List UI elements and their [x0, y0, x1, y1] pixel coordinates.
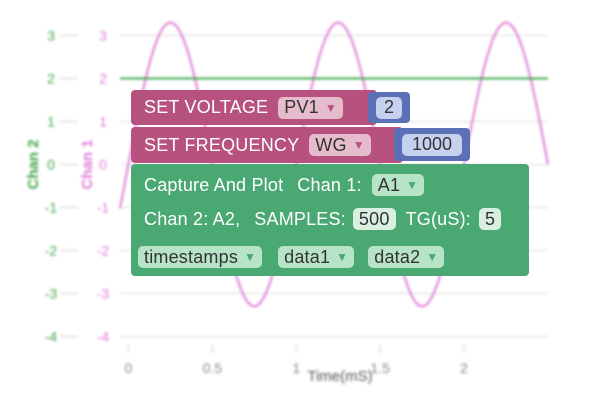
x-tick-label: 1.5	[370, 360, 390, 376]
y-tick-label-chan1: -2	[97, 242, 110, 258]
y-tick-label-chan1: 2	[99, 70, 107, 86]
capture-plot-block[interactable]: Capture And Plot Chan 1: A1 ▼ Chan 2: A2…	[131, 164, 529, 276]
x-axis-title: Time(mS)	[307, 368, 372, 385]
dropdown-arrow-icon: ▼	[426, 250, 439, 264]
tg-label: TG(uS):	[405, 208, 471, 229]
dropdown-arrow-icon: ▼	[336, 250, 349, 264]
chan1-value: A1	[377, 174, 401, 195]
y-tick-label-chan2: 3	[47, 27, 55, 43]
x-tick-label: 1	[292, 360, 300, 376]
x-tick-label: 0	[124, 360, 132, 376]
y-tick-label-chan2: 0	[47, 156, 55, 172]
chan1-dropdown[interactable]: A1 ▼	[371, 174, 425, 196]
y-axis-title-chan2: Chan 2	[25, 139, 42, 189]
dropdown-arrow-icon: ▼	[352, 138, 365, 152]
capture-row-2: Chan 2: A2, SAMPLES: 500 TG(uS): 5	[144, 208, 502, 230]
set-voltage-block[interactable]: SET VOLTAGE PV1 ▼	[131, 90, 377, 125]
chan2-label: Chan 2: A2,	[144, 208, 241, 229]
y-tick-label-chan1: -4	[97, 328, 110, 344]
y-tick-label-chan2: 2	[47, 70, 55, 86]
data2-variable-dropdown[interactable]: data2 ▼	[368, 246, 445, 268]
frequency-channel-dropdown[interactable]: WG ▼	[309, 134, 371, 156]
set-frequency-block[interactable]: SET FREQUENCY WG ▼	[131, 127, 403, 163]
frequency-value-field[interactable]: 1000	[402, 133, 462, 156]
voltage-channel-dropdown[interactable]: PV1 ▼	[278, 96, 343, 119]
capture-row-3: timestamps ▼ data1 ▼ data2 ▼	[138, 246, 445, 268]
y-axis-title-chan1: Chan 1	[79, 139, 96, 189]
y-tick-label-chan1: 3	[99, 27, 107, 43]
x-tick-label: 2	[460, 360, 468, 376]
dropdown-arrow-icon: ▼	[406, 178, 419, 192]
capture-row-1: Capture And Plot Chan 1: A1 ▼	[144, 174, 425, 196]
y-tick-label-chan2: -2	[45, 242, 58, 258]
y-tick-label-chan2: -4	[45, 328, 58, 344]
voltage-channel-value: PV1	[284, 97, 319, 117]
y-tick-label-chan1: -3	[97, 285, 110, 301]
voltage-value-field[interactable]: 2	[376, 96, 402, 119]
y-tick-label-chan1: 0	[99, 156, 107, 172]
data1-variable-dropdown[interactable]: data1 ▼	[278, 246, 355, 268]
voltage-value: 2	[383, 97, 394, 117]
dropdown-arrow-icon: ▼	[244, 250, 257, 264]
voltage-value-block[interactable]: 2	[368, 92, 410, 123]
samples-value: 500	[358, 208, 390, 229]
data2-variable: data2	[374, 246, 421, 267]
timestamps-variable: timestamps	[144, 246, 239, 267]
x-tick-label: 0.5	[203, 360, 223, 376]
set-voltage-label: SET VOLTAGE	[144, 97, 269, 117]
timestamps-variable-dropdown[interactable]: timestamps ▼	[138, 246, 263, 268]
data1-variable: data1	[284, 246, 331, 267]
tg-field[interactable]: 5	[478, 208, 502, 230]
y-tick-label-chan1: -1	[97, 199, 110, 215]
chan1-label: Chan 1:	[297, 174, 362, 195]
capture-label: Capture And Plot	[144, 174, 284, 195]
set-frequency-label: SET FREQUENCY	[144, 134, 300, 155]
frequency-value: 1000	[411, 134, 453, 154]
y-tick-label-chan1: 1	[99, 113, 107, 129]
frequency-channel-value: WG	[315, 134, 347, 155]
y-tick-label-chan2: -1	[45, 199, 58, 215]
dropdown-arrow-icon: ▼	[324, 100, 337, 115]
samples-label: SAMPLES:	[254, 208, 346, 229]
y-tick-label-chan2: 1	[47, 113, 55, 129]
tg-value: 5	[484, 208, 496, 229]
frequency-value-block[interactable]: 1000	[394, 128, 470, 161]
samples-field[interactable]: 500	[352, 208, 396, 230]
y-tick-label-chan2: -3	[45, 285, 58, 301]
